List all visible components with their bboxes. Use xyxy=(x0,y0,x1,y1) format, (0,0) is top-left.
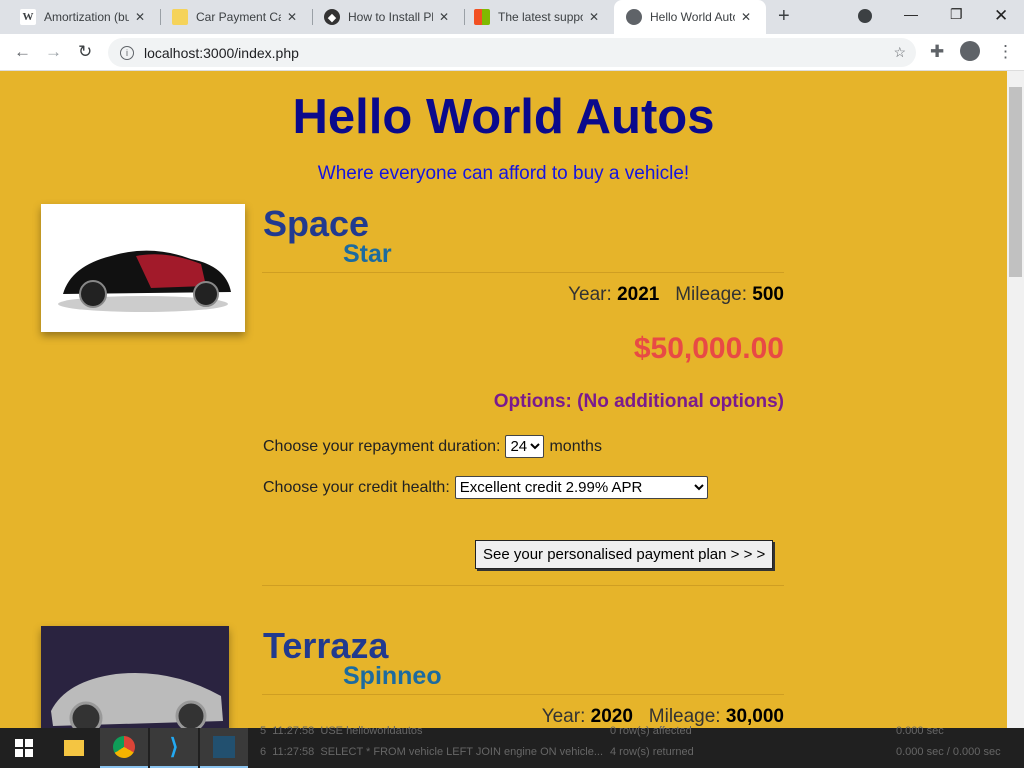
mysql-workbench-icon[interactable] xyxy=(200,728,248,768)
vehicle-specs: Year: 2021 Mileage: 500 xyxy=(568,284,784,305)
vehicle-options: Options: (No additional options) xyxy=(493,391,784,412)
duration-row: Choose your repayment duration: 24 months xyxy=(263,435,602,458)
back-icon[interactable]: ← xyxy=(14,42,31,62)
divider xyxy=(262,694,784,695)
vehicle-make: Space xyxy=(263,203,370,244)
tab-search-icon[interactable] xyxy=(858,9,872,23)
tab-hello-world[interactable]: Hello World Auto ✕ xyxy=(614,0,766,34)
calculator-site-icon xyxy=(172,9,188,25)
globe-icon xyxy=(626,9,642,25)
new-tab-button[interactable]: + xyxy=(778,5,790,28)
vehicle-price: $50,000.00 xyxy=(633,332,784,365)
url-input[interactable]: i localhost:3000/index.php ☆ xyxy=(108,38,916,67)
silver-convertible-image xyxy=(51,672,223,728)
chrome-icon[interactable] xyxy=(100,728,148,768)
close-icon[interactable]: ✕ xyxy=(287,10,297,24)
payment-plan-button[interactable]: See your personalised payment plan > > > xyxy=(475,540,774,569)
tab-microsoft[interactable]: The latest suppo ✕ xyxy=(462,0,599,34)
red-black-sports-car-image xyxy=(58,250,231,312)
profile-icon[interactable] xyxy=(960,41,980,61)
credit-select[interactable]: Excellent credit 2.99% APR xyxy=(454,476,708,499)
vehicle-image xyxy=(41,626,229,728)
vehicle-model: Spinneo xyxy=(343,662,442,690)
close-window-button[interactable]: ✕ xyxy=(994,6,1008,26)
divider xyxy=(262,585,784,586)
divider xyxy=(262,272,784,273)
info-icon[interactable]: i xyxy=(120,45,134,60)
vehicle-model: Star xyxy=(343,240,392,268)
minimize-button[interactable]: — xyxy=(904,6,918,22)
close-icon[interactable]: ✕ xyxy=(135,10,145,24)
vscode-icon[interactable]: ⟩ xyxy=(150,728,198,768)
duration-select[interactable]: 24 xyxy=(505,435,545,458)
menu-icon[interactable]: ⋮ xyxy=(997,42,1014,62)
taskbar: ⟩ 5 11:27:58 USE helloworldautos 0 row(s… xyxy=(0,725,1024,768)
site-icon: ◆ xyxy=(324,9,340,25)
close-icon[interactable]: ✕ xyxy=(741,10,751,24)
page-title: Hello World Autos xyxy=(292,90,715,144)
close-icon[interactable]: ✕ xyxy=(589,10,599,24)
vehicle-image xyxy=(41,204,245,332)
tab-install[interactable]: ◆ How to Install Pl ✕ xyxy=(312,0,449,34)
tab-bar: W Amortization (bu ✕ Car Payment Cal ✕ ◆ How… xyxy=(0,0,1024,34)
extensions-icon[interactable]: ✚ xyxy=(930,42,944,62)
restore-button[interactable]: ❐ xyxy=(950,6,963,23)
file-explorer-icon[interactable] xyxy=(50,728,98,768)
log-row: 6 11:27:58 SELECT * FROM vehicle LEFT JO… xyxy=(260,746,604,758)
microsoft-icon xyxy=(474,9,490,25)
credit-row: Choose your credit health: Excellent cred… xyxy=(263,476,708,499)
tab-amortization[interactable]: W Amortization (bu ✕ xyxy=(8,0,145,34)
close-icon[interactable]: ✕ xyxy=(439,10,449,24)
tab-car-payment[interactable]: Car Payment Cal ✕ xyxy=(160,0,297,34)
vehicle-make: Terraza xyxy=(263,625,389,666)
address-bar-area: ← → ↻ i localhost:3000/index.php ☆ ✚ ⋮ xyxy=(0,34,1024,71)
scrollbar[interactable] xyxy=(1007,71,1024,728)
scrollbar-thumb[interactable] xyxy=(1009,87,1022,277)
bookmark-star-icon[interactable]: ☆ xyxy=(893,44,906,61)
tagline: Where everyone can afford to buy a vehic… xyxy=(317,163,690,184)
log-row: 5 11:27:58 USE helloworldautos xyxy=(260,725,423,737)
wikipedia-icon: W xyxy=(20,9,36,25)
forward-icon[interactable]: → xyxy=(45,42,62,62)
reload-icon[interactable]: ↻ xyxy=(78,42,92,62)
page-content: Hello World Autos Where everyone can aff… xyxy=(0,71,1007,728)
windows-start-icon[interactable] xyxy=(0,728,48,768)
